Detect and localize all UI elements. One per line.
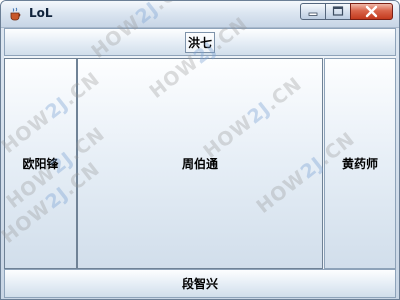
west-button-label: 欧阳锋 — [22, 157, 59, 171]
minimize-icon — [308, 12, 318, 16]
north-button-label: 洪七 — [184, 31, 215, 53]
minimize-button[interactable] — [300, 3, 326, 20]
content-pane: 洪七 欧阳锋 周伯通 黄药师 段智兴 — [4, 28, 396, 298]
window-title: LoL — [29, 6, 53, 20]
close-button[interactable] — [350, 3, 393, 20]
java-cup-icon[interactable] — [8, 7, 22, 21]
maximize-button[interactable] — [325, 3, 351, 20]
north-button[interactable]: 洪七 — [4, 28, 396, 56]
maximize-icon — [332, 6, 344, 16]
south-button[interactable]: 段智兴 — [4, 269, 396, 298]
app-window: LoL 洪七 欧阳锋 周伯通 黄药师 段智兴 HOW2J HOW2J.CN HO… — [0, 0, 400, 300]
center-button-label: 周伯通 — [181, 157, 218, 171]
center-button[interactable]: 周伯通 — [77, 58, 323, 269]
south-button-label: 段智兴 — [181, 277, 218, 291]
title-bar[interactable]: LoL — [1, 1, 399, 28]
close-icon — [365, 5, 378, 18]
east-button[interactable]: 黄药师 — [324, 58, 396, 269]
east-button-label: 黄药师 — [341, 157, 378, 171]
west-button[interactable]: 欧阳锋 — [4, 58, 77, 269]
